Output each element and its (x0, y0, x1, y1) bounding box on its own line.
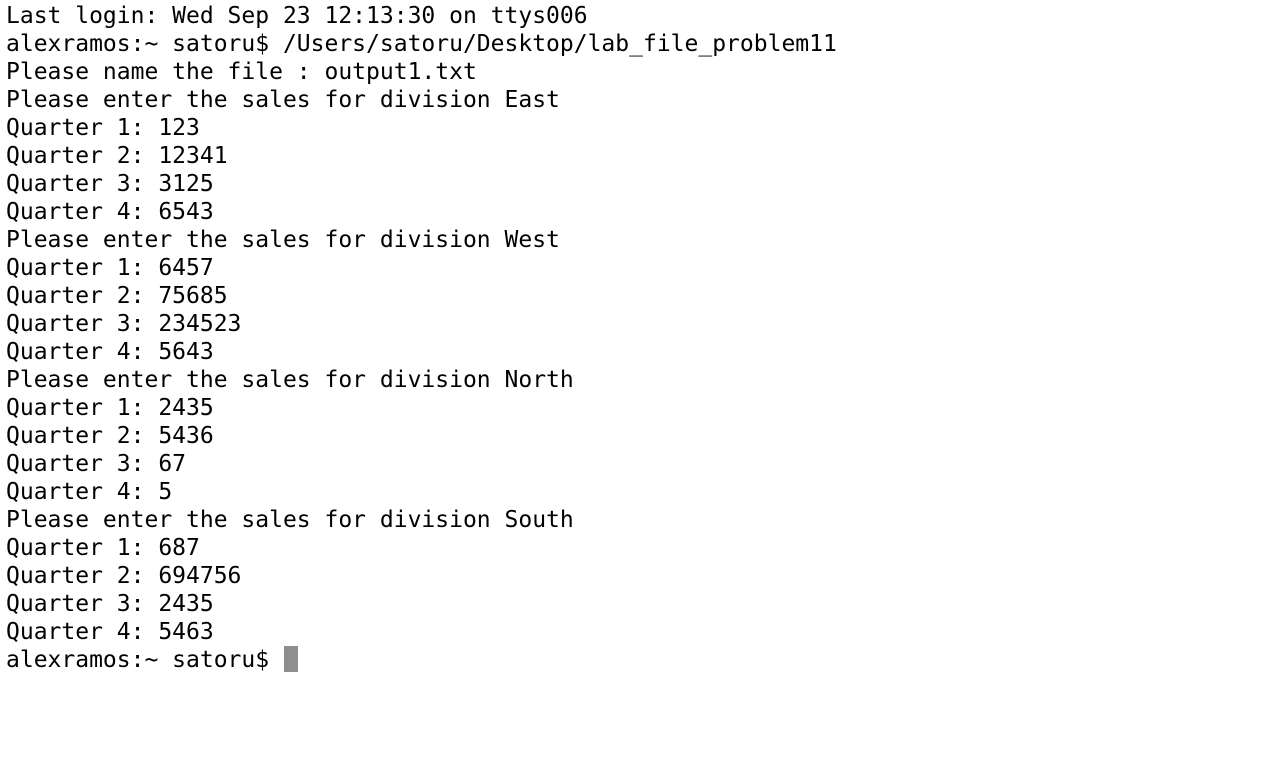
terminal-line-east-q4: Quarter 4: 6543 (6, 199, 214, 225)
terminal-line-west-q4: Quarter 4: 5643 (6, 339, 214, 365)
terminal-line-west-q2: Quarter 2: 75685 (6, 283, 228, 309)
terminal-line-south-q2: Quarter 2: 694756 (6, 563, 242, 589)
text-cursor (283, 646, 298, 672)
terminal-line-south-q4: Quarter 4: 5463 (6, 619, 214, 645)
terminal-line-division-west: Please enter the sales for division West (6, 227, 560, 253)
terminal-line-north-q1: Quarter 1: 2435 (6, 395, 214, 421)
terminal-line-command: alexramos:~ satoru$ /Users/satoru/Deskto… (6, 31, 837, 57)
terminal-line-division-east: Please enter the sales for division East (6, 87, 560, 113)
terminal-line-west-q1: Quarter 1: 6457 (6, 255, 214, 281)
terminal-line-last-login: Last login: Wed Sep 23 12:13:30 on ttys0… (6, 3, 588, 29)
terminal-line-east-q1: Quarter 1: 123 (6, 115, 200, 141)
terminal-line-file-name: Please name the file : output1.txt (6, 59, 477, 85)
terminal-window[interactable]: Last login: Wed Sep 23 12:13:30 on ttys0… (0, 0, 1268, 772)
terminal-line-north-q3: Quarter 3: 67 (6, 451, 187, 477)
terminal-output: Last login: Wed Sep 23 12:13:30 on ttys0… (6, 2, 1268, 646)
terminal-prompt-line[interactable]: alexramos:~ satoru$ (6, 646, 1268, 674)
terminal-line-north-q4: Quarter 4: 5 (6, 479, 173, 505)
terminal-line-east-q2: Quarter 2: 12341 (6, 143, 228, 169)
terminal-line-east-q3: Quarter 3: 3125 (6, 171, 214, 197)
terminal-line-south-q3: Quarter 3: 2435 (6, 591, 214, 617)
terminal-line-north-q2: Quarter 2: 5436 (6, 423, 214, 449)
terminal-line-west-q3: Quarter 3: 234523 (6, 311, 242, 337)
shell-prompt: alexramos:~ satoru$ (6, 647, 283, 673)
terminal-line-division-north: Please enter the sales for division Nort… (6, 367, 574, 393)
terminal-line-division-south: Please enter the sales for division Sout… (6, 507, 574, 533)
terminal-line-south-q1: Quarter 1: 687 (6, 535, 200, 561)
